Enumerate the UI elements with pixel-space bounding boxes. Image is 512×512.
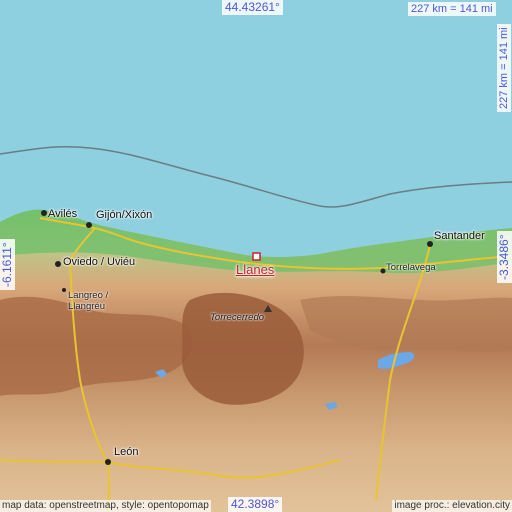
llanes-label: Llanes (236, 262, 275, 277)
torrecerredo-label: Torrecerredo (210, 312, 265, 323)
image-credit-label: image proc.: elevation.city (392, 500, 512, 512)
top-latitude-label: 44.43261° (222, 0, 283, 15)
aviles-marker (41, 210, 47, 216)
scale-label-horizontal: 227 km = 141 mi (408, 2, 496, 16)
oviedo-marker (55, 261, 61, 267)
langreo-label-line1: Langreo / (68, 290, 109, 301)
map-credit-label: map data: openstreetmap, style: opentopo… (0, 500, 211, 512)
torrelavega-label: Torrelavega (386, 262, 436, 273)
gijon-label: Gijón/Xixón (96, 209, 153, 221)
langreo-marker (62, 288, 66, 292)
terrain-map[interactable]: 44.43261° 42.3898° -6.1611° -3.3486° 227… (0, 0, 512, 512)
llanes-marker (252, 252, 261, 261)
aviles-label: Avilés (48, 208, 78, 220)
right-longitude-label: -3.3486° (497, 231, 512, 283)
left-longitude-label: -6.1611° (0, 239, 15, 290)
gijon-marker (86, 222, 92, 228)
scale-label-vertical: 227 km = 141 mi (497, 24, 511, 112)
leon-marker (105, 459, 111, 465)
oviedo-label: Oviedo / Uviéu (63, 256, 136, 268)
leon-label: León (114, 446, 139, 458)
santander-marker (427, 241, 433, 247)
santander-label: Santander (434, 230, 485, 242)
langreo-label-line2: Llangréu (68, 301, 105, 312)
torrelavega-marker (380, 268, 386, 274)
bottom-latitude-label: 42.3898° (228, 497, 283, 512)
